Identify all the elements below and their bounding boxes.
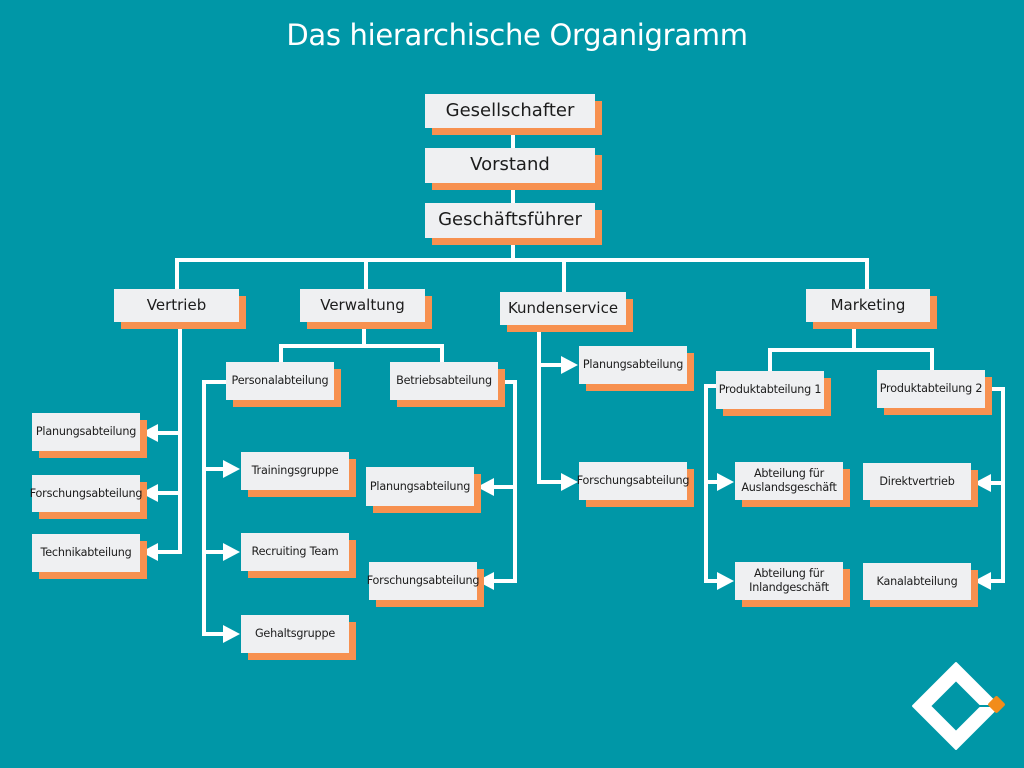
- node-produktabteilung-2: Produktabteilung 2: [877, 370, 985, 408]
- node-gesellschafter: Gesellschafter: [425, 94, 595, 128]
- logo-shape: [912, 662, 998, 750]
- node-personalabteilung: Personalabteilung: [226, 362, 334, 400]
- node-label: Verwaltung: [320, 296, 405, 315]
- node-vertrieb-technikabteilung: Technikabteilung: [32, 534, 140, 572]
- arrow-right-icon: [223, 625, 240, 643]
- node-label: Gehaltsgruppe: [254, 627, 336, 640]
- connector-personal-trunk: [202, 380, 232, 636]
- arrow-left-icon: [141, 424, 158, 442]
- node-kundenservice-planungsabteilung: Planungsabteilung: [579, 346, 687, 384]
- node-label: Betriebsabteilung: [396, 374, 492, 387]
- node-label: Trainingsgruppe: [251, 464, 339, 477]
- node-label: Recruiting Team: [251, 545, 339, 558]
- arrow-right-icon: [561, 473, 578, 491]
- connector-verwaltung-split: [279, 344, 444, 364]
- arrow-left-icon: [141, 484, 158, 502]
- node-label: Abteilung für Auslandsgeschäft: [741, 467, 837, 494]
- node-label: Forschungsabteilung: [29, 486, 143, 500]
- node-vertrieb-planungsabteilung: Planungsabteilung: [32, 413, 140, 451]
- node-label: Produktabteilung 1: [718, 383, 822, 396]
- node-gehaltsgruppe: Gehaltsgruppe: [241, 615, 349, 653]
- node-vorstand: Vorstand: [425, 148, 595, 183]
- node-label: Marketing: [830, 296, 906, 315]
- node-direktvertrieb: Direktvertrieb: [863, 463, 971, 500]
- arrow-right-icon: [717, 473, 734, 491]
- company-logo-icon: [912, 662, 1005, 750]
- arrow-left-icon: [974, 474, 991, 492]
- node-kundenservice-forschungsabteilung: Forschungsabteilung: [576, 462, 690, 500]
- arrow-right-icon: [717, 572, 734, 590]
- node-label: Produktabteilung 2: [879, 382, 983, 395]
- node-betrieb-forschungsabteilung: Forschungsabteilung: [366, 562, 480, 600]
- node-label: Personalabteilung: [231, 374, 329, 387]
- node-label: Planungsabteilung: [582, 358, 684, 371]
- node-vertrieb-forschungsabteilung: Forschungsabteilung: [29, 475, 143, 512]
- node-label: Direktvertrieb: [879, 474, 955, 488]
- arrow-left-icon: [141, 543, 158, 561]
- node-inlandgeschaeft: Abteilung für Inlandgeschäft: [735, 562, 843, 600]
- node-label: Gesellschafter: [445, 99, 575, 121]
- node-betriebsabteilung: Betriebsabteilung: [390, 362, 498, 400]
- connector-marketing-split: [768, 348, 934, 374]
- node-vertrieb: Vertrieb: [114, 289, 239, 322]
- node-produktabteilung-1: Produktabteilung 1: [716, 371, 824, 409]
- node-label: Vorstand: [470, 154, 550, 176]
- node-label: Geschäftsführer: [438, 209, 582, 231]
- node-auslandsgeschaeft: Abteilung für Auslandsgeschäft: [735, 462, 843, 500]
- node-label: Kanalabteilung: [876, 574, 958, 588]
- arrow-left-icon: [477, 478, 494, 496]
- node-label: Forschungsabteilung: [366, 574, 480, 587]
- arrow-right-icon: [561, 356, 578, 374]
- node-marketing: Marketing: [806, 289, 930, 322]
- node-kanalabteilung: Kanalabteilung: [863, 563, 971, 600]
- node-label: Planungsabteilung: [369, 479, 471, 493]
- node-label: Vertrieb: [146, 296, 207, 315]
- node-kundenservice: Kundenservice: [500, 292, 626, 325]
- node-trainingsgruppe: Trainingsgruppe: [241, 452, 349, 490]
- node-label: Kundenservice: [507, 299, 619, 318]
- node-betrieb-planungsabteilung: Planungsabteilung: [366, 467, 474, 506]
- node-recruiting-team: Recruiting Team: [241, 533, 349, 571]
- node-geschaeftsfuehrer: Geschäftsführer: [425, 203, 595, 238]
- node-label: Abteilung für Inlandgeschäft: [749, 567, 829, 594]
- arrow-left-icon: [477, 572, 494, 590]
- node-label: Planungsabteilung: [35, 425, 137, 438]
- arrow-left-icon: [974, 572, 991, 590]
- arrow-right-icon: [223, 460, 240, 478]
- connector-kundenservice-trunk: [537, 324, 570, 484]
- node-verwaltung: Verwaltung: [300, 289, 425, 322]
- arrow-right-icon: [223, 543, 240, 561]
- node-label: Forschungsabteilung: [576, 474, 690, 487]
- node-label: Technikabteilung: [40, 546, 132, 559]
